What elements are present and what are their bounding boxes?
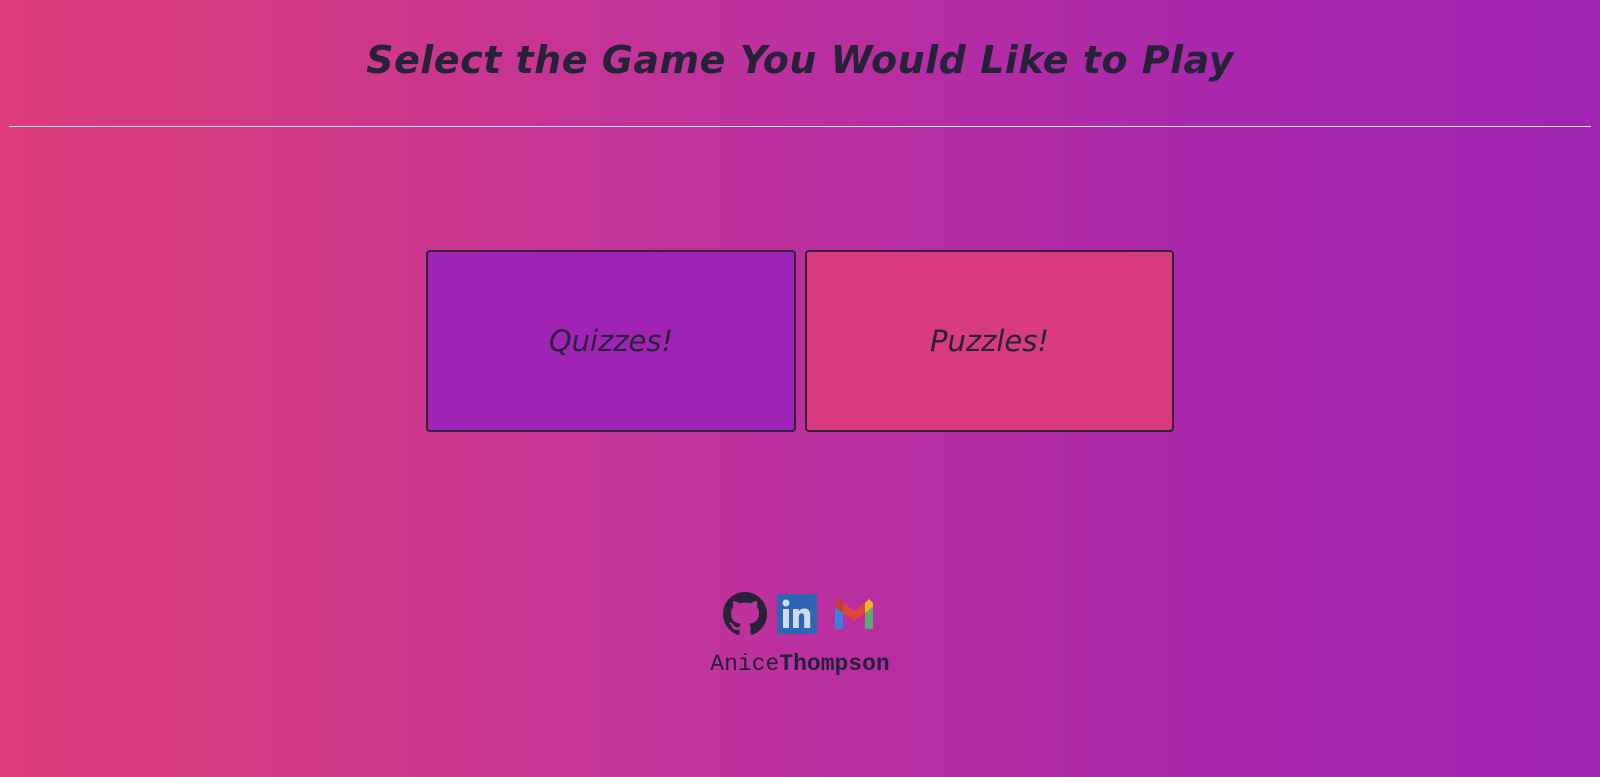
github-link[interactable] xyxy=(723,592,767,636)
linkedin-link[interactable] xyxy=(777,594,817,634)
github-icon xyxy=(723,592,767,635)
author-last-name: Thompson xyxy=(779,651,890,677)
header-divider xyxy=(9,126,1591,127)
author-first-name: Anice xyxy=(710,651,780,677)
quizzes-label: Quizzes! xyxy=(548,324,674,358)
puzzles-label: Puzzles! xyxy=(930,324,1049,358)
social-links xyxy=(723,591,875,637)
gmail-link[interactable] xyxy=(833,597,875,631)
author-name: AniceThompson xyxy=(0,651,1600,677)
puzzles-button[interactable]: Puzzles! xyxy=(805,250,1174,432)
page-title: Select the Game You Would Like to Play xyxy=(366,38,1234,82)
gmail-icon xyxy=(835,599,873,629)
quizzes-button[interactable]: Quizzes! xyxy=(426,250,796,432)
linkedin-icon xyxy=(777,594,817,634)
